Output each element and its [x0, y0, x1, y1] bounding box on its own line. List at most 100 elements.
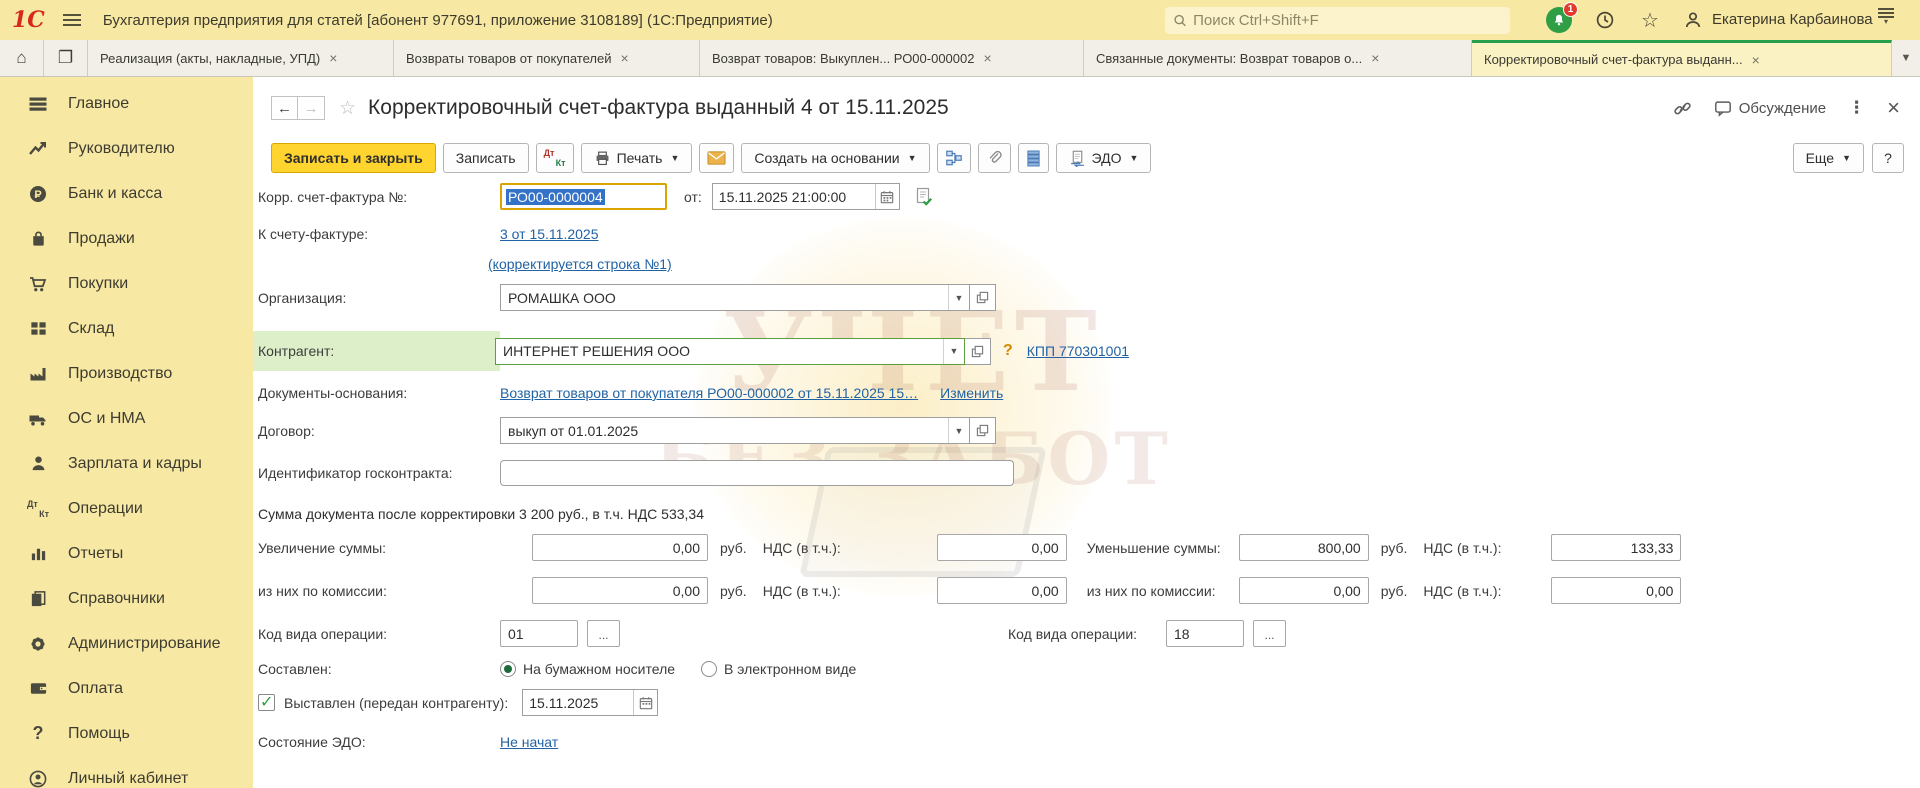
document-datetime-input[interactable] [713, 184, 875, 209]
service-menu-icon[interactable]: ▾ [1878, 8, 1894, 24]
forward-button[interactable]: → [298, 96, 325, 120]
commission-decrease-vat-input[interactable] [1551, 577, 1681, 604]
decrease-sum-input[interactable] [1239, 534, 1369, 561]
calendar-button[interactable] [875, 184, 899, 209]
help-button[interactable]: ? [1872, 143, 1904, 173]
sidebar-item-operations[interactable]: ДтКт Операции [0, 486, 253, 531]
search-input[interactable] [1193, 12, 1502, 29]
history-button[interactable] [1592, 7, 1618, 33]
open-organization-button[interactable] [970, 284, 996, 311]
sidebar-item-production[interactable]: Производство [0, 351, 253, 396]
sidebar-item-personal-account[interactable]: Личный кабинет [0, 756, 253, 788]
tab-overflow-button[interactable]: ▼ [1892, 40, 1920, 76]
notifications-button[interactable]: 1 [1546, 7, 1572, 33]
sidebar-item-warehouse[interactable]: Склад [0, 306, 253, 351]
issued-date-input[interactable] [523, 690, 633, 715]
main-menu-icon[interactable] [63, 14, 81, 26]
tab-close-icon[interactable]: × [1752, 52, 1760, 68]
tab-correction-invoice[interactable]: Корректировочный счет-фактура выданн... … [1472, 40, 1892, 76]
open-contractor-button[interactable] [965, 338, 991, 365]
operation-code-right-input[interactable] [1166, 620, 1244, 647]
discussion-button[interactable]: Обсуждение [1714, 99, 1826, 117]
dropdown-arrow-icon[interactable]: ▼ [943, 339, 964, 364]
kpp-link[interactable]: КПП 770301001 [1027, 343, 1129, 359]
user-button[interactable] [1680, 7, 1706, 33]
sidebar-item-bank-cash[interactable]: Р Банк и касса [0, 171, 253, 216]
print-button[interactable]: Печать▼ [581, 143, 693, 173]
more-menu-icon[interactable]: ⋮ [1848, 98, 1865, 118]
open-windows-button[interactable]: ❐ [44, 40, 88, 76]
tab-close-icon[interactable]: × [983, 50, 991, 66]
edo-state-link[interactable]: Не начат [500, 734, 558, 750]
save-close-button[interactable]: Записать и закрыть [271, 143, 436, 173]
close-form-icon[interactable]: × [1887, 95, 1900, 121]
document-saved-icon[interactable] [914, 187, 934, 207]
tab-close-icon[interactable]: × [621, 50, 629, 66]
save-button[interactable]: Записать [443, 143, 529, 173]
current-user-name[interactable]: Екатерина Карбаинова [1712, 11, 1873, 28]
form-row-basis: Документы-основания: Возврат товаров от … [258, 385, 1920, 401]
calendar-icon [880, 190, 894, 204]
send-email-button[interactable] [699, 143, 734, 173]
more-actions-button[interactable]: Еще▼ [1793, 143, 1864, 173]
contract-select[interactable]: выкуп от 01.01.2025 ▼ [500, 417, 970, 444]
sidebar-item-purchases[interactable]: Покупки [0, 261, 253, 306]
issued-checkbox[interactable]: ✓ [258, 694, 275, 711]
document-datetime-field [712, 183, 900, 210]
sidebar-item-sales[interactable]: Продажи [0, 216, 253, 261]
increase-vat-input[interactable] [937, 534, 1067, 561]
tab-return-document[interactable]: Возврат товаров: Выкуплен... РО00-000002… [700, 40, 1084, 76]
sidebar-item-administration[interactable]: Администрирование [0, 621, 253, 666]
decrease-vat-input[interactable] [1551, 534, 1681, 561]
to-invoice-link[interactable]: 3 от 15.11.2025 [500, 226, 599, 242]
sidebar-item-directories[interactable]: Справочники [0, 576, 253, 621]
organization-select[interactable]: РОМАШКА ООО ▼ [500, 284, 970, 311]
back-arrow-icon: ← [277, 100, 292, 117]
favorite-star-icon[interactable]: ☆ [339, 97, 356, 120]
tab-close-icon[interactable]: × [1371, 50, 1379, 66]
operation-code-left-input[interactable] [500, 620, 578, 647]
sidebar-item-main[interactable]: Главное [0, 81, 253, 126]
open-form-icon [976, 424, 989, 437]
tab-returns-list[interactable]: Возвраты товаров от покупателей × [394, 40, 700, 76]
global-search[interactable] [1165, 7, 1510, 34]
dropdown-arrow-icon[interactable]: ▼ [948, 285, 969, 310]
related-documents-button[interactable] [937, 143, 971, 173]
operation-code-left-picker[interactable]: ... [587, 620, 620, 647]
open-contract-button[interactable] [970, 417, 996, 444]
contractor-help-icon[interactable]: ? [1003, 342, 1013, 360]
correction-invoice-number-input[interactable]: РО00-0000004 [500, 183, 667, 210]
radio-electronic[interactable] [701, 661, 717, 677]
radio-paper[interactable] [500, 661, 516, 677]
edo-button[interactable]: ЭДО▼ [1056, 143, 1152, 173]
gov-contract-id-input[interactable] [500, 460, 1014, 486]
basis-document-link[interactable]: Возврат товаров от покупателя РО00-00000… [500, 385, 918, 401]
contractor-select[interactable]: ИНТЕРНЕТ РЕШЕНИЯ ООО ▼ [495, 338, 965, 365]
create-based-on-button[interactable]: Создать на основании▼ [741, 143, 929, 173]
tab-close-icon[interactable]: × [329, 50, 337, 66]
tab-related-documents[interactable]: Связанные документы: Возврат товаров о..… [1084, 40, 1472, 76]
sidebar-item-payment[interactable]: Оплата [0, 666, 253, 711]
commission-decrease-input[interactable] [1239, 577, 1369, 604]
operation-code-right-picker[interactable]: ... [1253, 620, 1286, 647]
increase-sum-input[interactable] [532, 534, 708, 561]
commission-increase-vat-input[interactable] [937, 577, 1067, 604]
sidebar-item-help[interactable]: ? Помощь [0, 711, 253, 756]
attachments-button[interactable] [978, 143, 1011, 173]
sidebar-item-salary-hr[interactable]: Зарплата и кадры [0, 441, 253, 486]
tab-realization[interactable]: Реализация (акты, накладные, УПД) × [88, 40, 394, 76]
sidebar-item-reports[interactable]: Отчеты [0, 531, 253, 576]
home-tab-button[interactable]: ⌂ [0, 40, 44, 76]
register-records-button[interactable] [1018, 143, 1049, 173]
commission-increase-input[interactable] [532, 577, 708, 604]
basis-edit-link[interactable]: Изменить [940, 385, 1003, 401]
get-link-icon[interactable] [1673, 99, 1692, 118]
back-button[interactable]: ← [271, 96, 298, 120]
sidebar-item-manager[interactable]: Руководителю [0, 126, 253, 171]
calendar-button[interactable] [633, 690, 657, 715]
favorites-button[interactable]: ☆ [1637, 7, 1663, 33]
sidebar-item-fixed-assets[interactable]: ОС и НМА [0, 396, 253, 441]
corrected-row-link[interactable]: (корректируется строка №1) [488, 256, 672, 272]
dtkt-postings-button[interactable]: ДтКт [536, 143, 574, 173]
dropdown-arrow-icon[interactable]: ▼ [948, 418, 969, 443]
